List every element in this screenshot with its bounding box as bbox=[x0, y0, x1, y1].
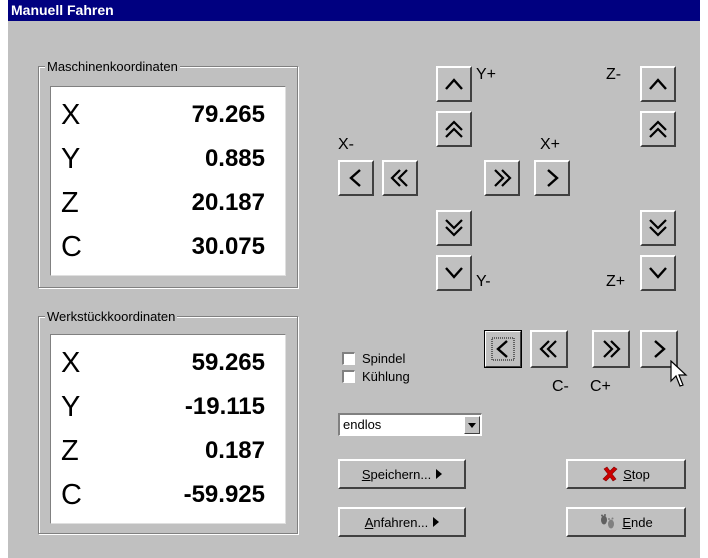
jog-z-plus-fast-button[interactable] bbox=[640, 210, 676, 246]
mode-select[interactable]: endlos bbox=[338, 413, 482, 436]
spindle-checkbox[interactable] bbox=[342, 352, 355, 365]
coordinate-value: 0.187 bbox=[204, 437, 265, 464]
chevron-up-icon bbox=[445, 78, 463, 90]
triangle-right-icon bbox=[433, 517, 440, 527]
end-label-rest: nde bbox=[630, 514, 653, 530]
double-chevron-left-icon bbox=[390, 169, 408, 187]
chevron-left-icon bbox=[349, 169, 361, 187]
cooling-label: Kühlung bbox=[362, 369, 410, 384]
axis-label: X bbox=[61, 99, 81, 131]
jog-x-minus-fast-button[interactable] bbox=[382, 160, 418, 196]
workpiece-coordinates-group: Werkstückkoordinaten X 59.265 Y -19.115 … bbox=[38, 309, 298, 534]
workpiece-coordinates-legend: Werkstückkoordinaten bbox=[45, 309, 178, 324]
approach-button-label: Anfahren... bbox=[365, 515, 429, 530]
stop-button-label: Stop bbox=[623, 467, 650, 482]
workpiece-row-z: Z 0.187 bbox=[51, 431, 285, 471]
window-title: Manuell Fahren bbox=[8, 0, 700, 21]
c-minus-label: C- bbox=[552, 378, 569, 395]
z-minus-label: Z- bbox=[606, 66, 622, 83]
jog-x-plus-fast-button[interactable] bbox=[484, 160, 520, 196]
stop-label-rest: top bbox=[631, 466, 650, 482]
coordinate-value: -19.115 bbox=[184, 393, 265, 420]
workpiece-coordinates-display: X 59.265 Y -19.115 Z 0.187 C -59.925 bbox=[50, 334, 286, 524]
approach-label-rest: nfahren... bbox=[373, 514, 429, 530]
chevron-up-icon bbox=[649, 78, 667, 90]
spindle-label: Spindel bbox=[362, 351, 406, 366]
double-chevron-down-icon bbox=[445, 219, 463, 237]
stop-button[interactable]: Stop bbox=[566, 459, 686, 489]
jog-x-plus-step-button[interactable] bbox=[534, 160, 570, 196]
chevron-right-icon bbox=[547, 169, 559, 187]
cooling-checkbox[interactable] bbox=[342, 370, 355, 383]
machine-row-c: C 30.075 bbox=[51, 227, 285, 267]
machine-coordinates-display: X 79.265 Y 0.885 Z 20.187 C 30.075 bbox=[50, 86, 286, 276]
machine-row-z: Z 20.187 bbox=[51, 183, 285, 223]
end-mnemonic: E bbox=[622, 514, 631, 530]
jog-z-minus-fast-button[interactable] bbox=[640, 111, 676, 147]
axis-label: Y bbox=[61, 143, 81, 175]
x-minus-label: X- bbox=[338, 136, 354, 153]
coordinate-value: 59.265 bbox=[191, 349, 265, 376]
c-plus-label: C+ bbox=[590, 378, 611, 395]
save-label-rest: peichern... bbox=[370, 466, 432, 482]
end-button-label: Ende bbox=[622, 515, 652, 530]
jog-y-minus-step-button[interactable] bbox=[436, 255, 472, 291]
machine-row-y: Y 0.885 bbox=[51, 139, 285, 179]
y-minus-label: Y- bbox=[476, 273, 491, 290]
workpiece-row-c: C -59.925 bbox=[51, 475, 285, 515]
double-chevron-down-icon bbox=[649, 219, 667, 237]
axis-label: C bbox=[61, 479, 82, 511]
machine-coordinates-group: Maschinenkoordinaten X 79.265 Y 0.885 Z … bbox=[38, 59, 298, 288]
chevron-down-icon bbox=[445, 267, 463, 279]
machine-coordinates-legend: Maschinenkoordinaten bbox=[45, 59, 180, 74]
jog-y-plus-fast-button[interactable] bbox=[436, 111, 472, 147]
mouse-cursor-icon bbox=[670, 360, 688, 387]
workpiece-row-x: X 59.265 bbox=[51, 343, 285, 383]
jog-c-minus-step-button[interactable] bbox=[484, 330, 522, 368]
chevron-left-icon bbox=[491, 337, 515, 361]
coordinate-value: 0.885 bbox=[204, 145, 265, 172]
end-button[interactable]: Ende bbox=[566, 507, 686, 537]
jog-c-plus-fast-button[interactable] bbox=[592, 330, 630, 368]
z-plus-label: Z+ bbox=[606, 273, 626, 290]
chevron-right-icon bbox=[654, 340, 666, 358]
stop-mnemonic: S bbox=[623, 466, 632, 482]
workpiece-row-y: Y -19.115 bbox=[51, 387, 285, 427]
axis-label: X bbox=[61, 347, 81, 379]
coordinate-value: 30.075 bbox=[191, 233, 265, 260]
y-plus-label: Y+ bbox=[476, 66, 497, 83]
jog-z-plus-step-button[interactable] bbox=[640, 255, 676, 291]
double-chevron-up-icon bbox=[445, 120, 463, 138]
jog-y-minus-fast-button[interactable] bbox=[436, 210, 472, 246]
coordinate-value: 20.187 bbox=[191, 189, 265, 216]
triangle-right-icon bbox=[436, 469, 443, 479]
mode-select-value: endlos bbox=[343, 417, 382, 432]
jog-y-plus-step-button[interactable] bbox=[436, 66, 472, 102]
jog-z-minus-step-button[interactable] bbox=[640, 66, 676, 102]
chevron-down-icon bbox=[649, 267, 667, 279]
coordinate-value: -59.925 bbox=[183, 481, 265, 508]
double-chevron-up-icon bbox=[649, 120, 667, 138]
axis-label: Z bbox=[61, 187, 79, 219]
footprints-icon bbox=[601, 514, 615, 529]
double-chevron-left-icon bbox=[539, 340, 557, 358]
double-chevron-right-icon bbox=[603, 340, 621, 358]
machine-row-x: X 79.265 bbox=[51, 95, 285, 135]
dropdown-arrow-icon[interactable] bbox=[464, 416, 480, 434]
axis-label: Z bbox=[61, 435, 79, 467]
jog-c-minus-fast-button[interactable] bbox=[530, 330, 568, 368]
double-chevron-right-icon bbox=[494, 169, 512, 187]
save-button-label: Speichern... bbox=[362, 467, 431, 482]
axis-label: Y bbox=[61, 391, 81, 423]
save-button[interactable]: Speichern... bbox=[338, 459, 466, 489]
coordinate-value: 79.265 bbox=[191, 101, 265, 128]
jog-x-minus-step-button[interactable] bbox=[338, 160, 374, 196]
x-plus-label: X+ bbox=[540, 136, 561, 153]
approach-button[interactable]: Anfahren... bbox=[338, 507, 466, 537]
axis-label: C bbox=[61, 231, 82, 263]
red-x-icon bbox=[602, 466, 618, 482]
